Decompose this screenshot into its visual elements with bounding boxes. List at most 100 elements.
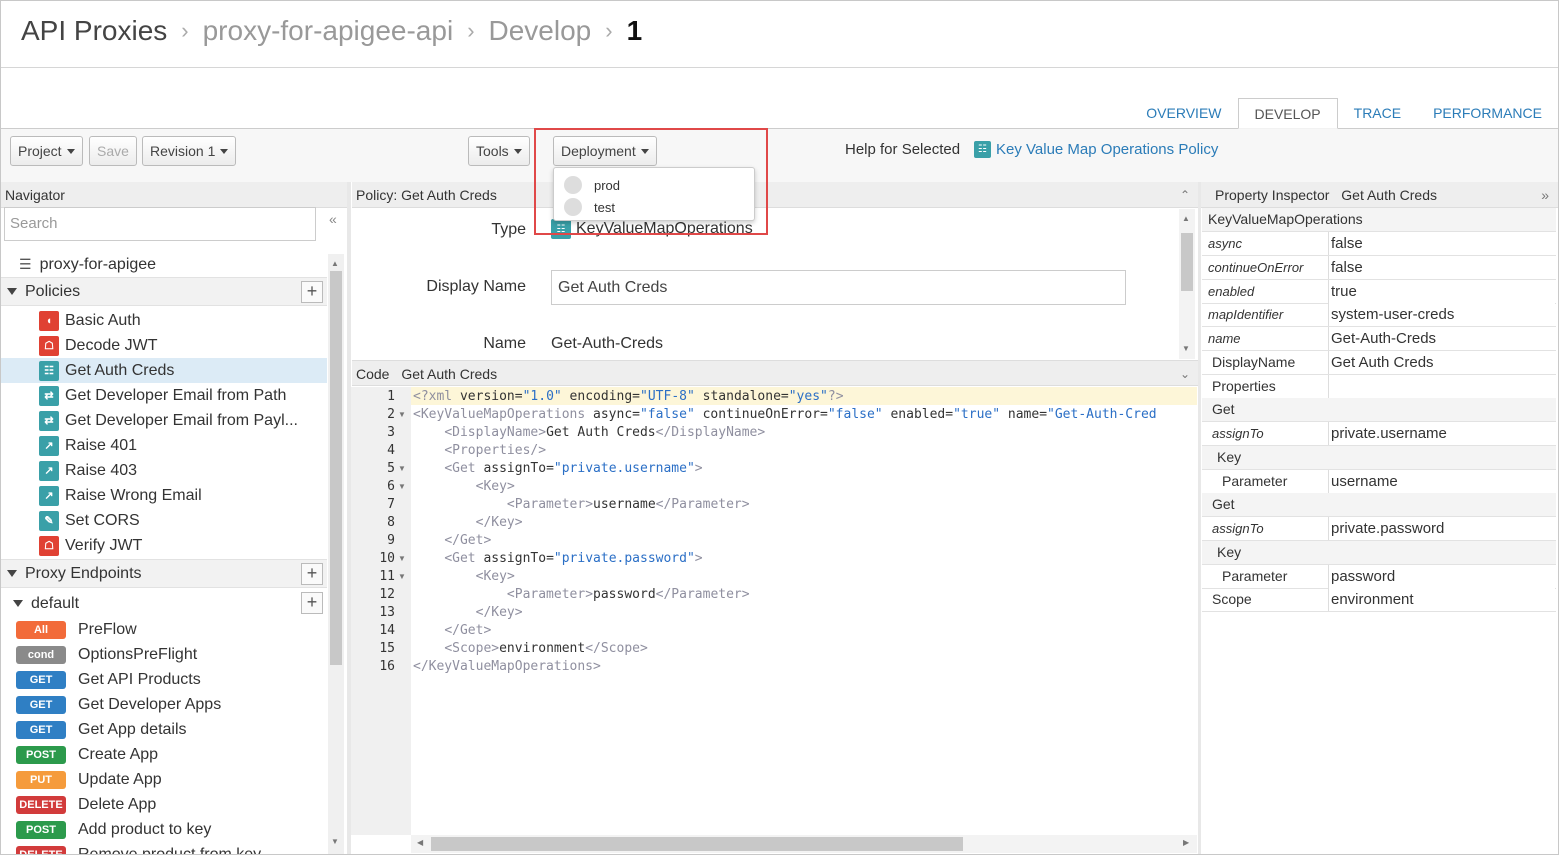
flow-item-label: Remove product from key — [78, 845, 262, 855]
tab-trace[interactable]: TRACE — [1338, 98, 1417, 129]
inspector-value-field[interactable]: false — [1328, 232, 1555, 255]
policy-item[interactable]: ⇄ Get Developer Email from Path — [1, 383, 327, 408]
display-name-field[interactable]: Get Auth Creds — [551, 270, 1126, 305]
policy-scroll-thumb[interactable] — [1181, 233, 1193, 291]
navigator-splitter[interactable] — [347, 182, 351, 854]
add-policy-button[interactable]: + — [301, 281, 323, 303]
flow-item[interactable]: PUT Update App — [1, 767, 327, 792]
scroll-left-icon[interactable]: ◀ — [417, 838, 423, 847]
policies-section[interactable]: Policies + — [1, 277, 327, 306]
navigator-scroll-thumb[interactable] — [330, 271, 342, 665]
inspector-value-field[interactable]: true — [1328, 279, 1555, 303]
flow-item[interactable]: POST Add product to key — [1, 817, 327, 842]
code-scroll-thumb[interactable] — [431, 837, 963, 851]
inspector-value-field[interactable]: Get-Auth-Creds — [1328, 327, 1555, 350]
collapse-up-icon[interactable]: ⌃ — [1180, 182, 1190, 208]
inspector-value-field[interactable]: username — [1328, 469, 1555, 493]
line-number: 3 — [387, 425, 395, 440]
shield-icon: ◖ — [39, 310, 59, 331]
inspector-value-field[interactable]: false — [1328, 255, 1555, 279]
breadcrumb-develop[interactable]: Develop — [489, 15, 592, 47]
help-link[interactable]: ☷ Key Value Map Operations Policy — [974, 141, 1218, 158]
fold-arrow-icon[interactable]: ▼ — [398, 550, 406, 568]
scroll-down-icon[interactable]: ▼ — [1182, 344, 1190, 353]
flow-item[interactable]: DELETE Delete App — [1, 792, 327, 817]
line-number: 7 — [387, 497, 395, 512]
policy-item[interactable]: ↗ Raise 403 — [1, 458, 327, 483]
inspector-row: async false — [1202, 232, 1556, 256]
inspector-key: Parameter — [1222, 567, 1288, 584]
inspector-value-field[interactable]: password — [1328, 564, 1555, 588]
help-link-label: Key Value Map Operations Policy — [996, 141, 1219, 158]
extract-variables-icon: ⇄ — [39, 385, 59, 406]
inspector-value-field[interactable]: environment — [1328, 588, 1555, 612]
navigator-search-input[interactable]: Search — [4, 207, 316, 241]
scroll-up-icon[interactable]: ▲ — [331, 259, 339, 268]
inspector-value-field[interactable]: system-user-creds — [1328, 303, 1555, 327]
flow-item[interactable]: cond OptionsPreFlight — [1, 642, 327, 667]
flow-item[interactable]: DELETE Remove product from key — [1, 842, 327, 855]
revision-dropdown-button[interactable]: Revision 1 — [142, 136, 237, 166]
policy-item[interactable]: ◖ Basic Auth — [1, 308, 327, 333]
project-dropdown-button[interactable]: Project — [10, 136, 83, 166]
flow-item[interactable]: All PreFlow — [1, 617, 327, 642]
inspector-value-field[interactable]: private.username — [1328, 422, 1555, 445]
flow-item-label: PreFlow — [78, 620, 137, 638]
collapse-right-icon[interactable]: » — [1541, 182, 1549, 208]
policy-name-value: Get-Auth-Creds — [551, 335, 664, 352]
proxy-root-item[interactable]: ☰ proxy-for-apigee — [1, 252, 327, 277]
collapse-down-icon[interactable]: ⌄ — [1180, 361, 1190, 387]
flow-item[interactable]: GET Get App details — [1, 717, 327, 742]
line-number: 8 — [387, 515, 395, 530]
fold-arrow-icon[interactable]: ▼ — [398, 406, 406, 424]
breadcrumb-api-proxies[interactable]: API Proxies — [21, 15, 167, 47]
code-line: </Key> — [475, 605, 523, 620]
tools-dropdown-button[interactable]: Tools — [468, 136, 530, 166]
policy-item[interactable]: ↗ Raise 401 — [1, 433, 327, 458]
add-endpoint-button[interactable]: + — [301, 563, 323, 585]
inspector-value-field[interactable]: Get Auth Creds — [1328, 350, 1555, 374]
flow-item[interactable]: GET Get Developer Apps — [1, 692, 327, 717]
inspector-key: name — [1208, 331, 1241, 346]
breadcrumb-revision: 1 — [626, 15, 643, 46]
save-label: Save — [97, 143, 129, 159]
tab-performance[interactable]: PERFORMANCE — [1417, 98, 1558, 129]
policy-item-label: Raise 401 — [65, 436, 138, 454]
inspector-subject: Get Auth Creds — [1341, 187, 1437, 203]
flow-item[interactable]: GET Get API Products — [1, 667, 327, 692]
policy-item[interactable]: ⇄ Get Developer Email from Payl... — [1, 408, 327, 433]
code-line: <Properties/> — [444, 443, 547, 458]
fold-arrow-icon[interactable]: ▼ — [398, 568, 406, 586]
inspector-value-field[interactable] — [1328, 374, 1555, 398]
inspector-value-field[interactable]: private.password — [1328, 517, 1555, 540]
proxy-endpoints-section[interactable]: Proxy Endpoints + — [1, 559, 327, 588]
code-line: <DisplayName>Get Auth Creds</DisplayName… — [444, 425, 766, 440]
flow-badge: DELETE — [16, 845, 66, 854]
raise-fault-icon: ↗ — [39, 460, 59, 481]
fold-arrow-icon[interactable]: ▼ — [398, 478, 406, 496]
code-editor[interactable]: 1 2 ▼ 3 4 5 ▼ 6 ▼ 7 8 9 10 ▼ 11 ▼ 12 13 14 15 16 <?xml versi… — [351, 387, 1197, 835]
tab-develop[interactable]: DEVELOP — [1237, 98, 1338, 129]
scroll-right-icon[interactable]: ▶ — [1183, 838, 1189, 847]
inspector-key: Get — [1212, 496, 1235, 513]
inspector-splitter[interactable] — [1198, 182, 1201, 854]
scroll-down-icon[interactable]: ▼ — [331, 837, 339, 846]
policy-item[interactable]: ↗ Raise Wrong Email — [1, 483, 327, 508]
breadcrumb-proxy[interactable]: proxy-for-apigee-api — [203, 15, 454, 47]
collapse-left-icon[interactable]: « — [329, 211, 337, 227]
add-flow-button[interactable]: + — [301, 592, 323, 614]
inspector-row: Get — [1202, 398, 1556, 423]
fold-arrow-icon[interactable]: ▼ — [398, 460, 406, 478]
extract-variables-icon: ⇄ — [39, 410, 59, 431]
tab-overview[interactable]: OVERVIEW — [1130, 98, 1237, 129]
policy-item[interactable]: ☖ Verify JWT — [1, 533, 327, 558]
policy-item[interactable]: ✎ Set CORS — [1, 508, 327, 533]
scroll-up-icon[interactable]: ▲ — [1182, 214, 1190, 223]
flow-item-label: Add product to key — [78, 820, 212, 838]
save-button[interactable]: Save — [89, 136, 137, 166]
code-line: <?xml version="1.0" encoding="UTF-8" sta… — [413, 389, 844, 404]
policy-item[interactable]: ☷ Get Auth Creds — [1, 358, 327, 383]
endpoint-default[interactable]: default + — [1, 590, 327, 617]
flow-item[interactable]: POST Create App — [1, 742, 327, 767]
policy-item[interactable]: ☖ Decode JWT — [1, 333, 327, 358]
